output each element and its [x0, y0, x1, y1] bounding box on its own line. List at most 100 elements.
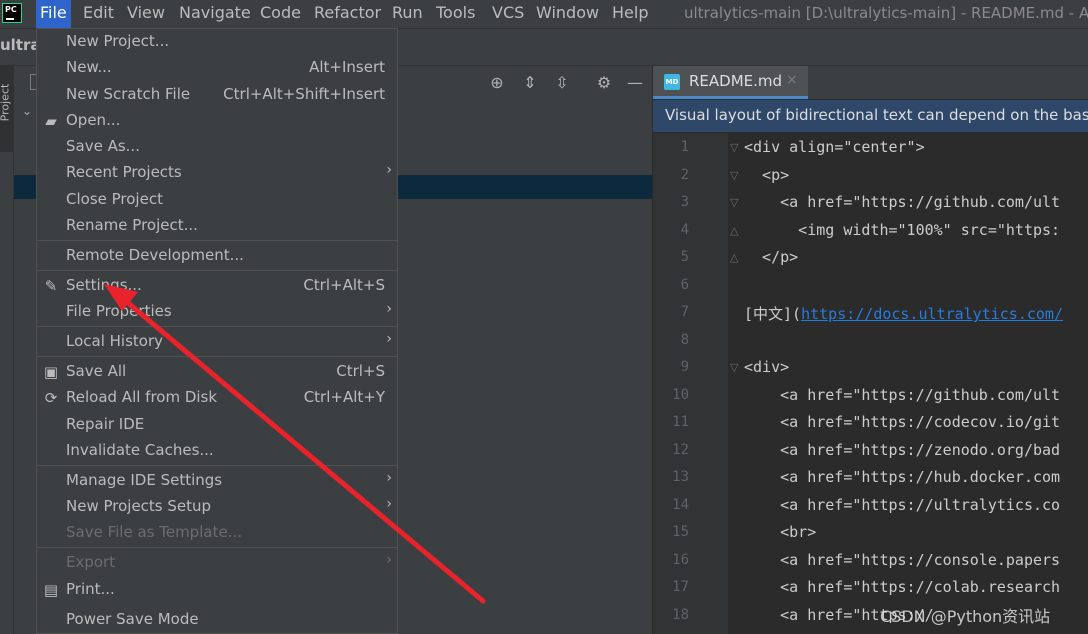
save-icon: ▣ [43, 363, 59, 381]
line-number: 6 [680, 276, 689, 293]
line-number: 9 [680, 359, 689, 375]
menu-separator [37, 240, 397, 241]
minimize-icon[interactable]: — [625, 73, 645, 93]
fold-marker-icon[interactable]: ▽ [730, 141, 738, 154]
menu-item-close-project[interactable]: Close Project [37, 188, 397, 214]
menu-item-label: Remote Development... [66, 246, 244, 264]
tab-readme[interactable]: MD README.md × [653, 66, 808, 99]
menu-item-shortcut: Ctrl+Alt+Y [303, 388, 385, 406]
menu-item-print[interactable]: ▤ Print... [37, 578, 397, 604]
menu-view[interactable]: View [123, 0, 169, 28]
locate-icon[interactable]: ⊕ [487, 73, 507, 93]
code-line[interactable]: <a href="https://github.com/ult [744, 193, 1060, 211]
wrench-icon: ✎ [44, 277, 58, 295]
submenu-arrow-icon: › [386, 552, 392, 568]
code-line[interactable]: <a href="https://colab.research [744, 578, 1060, 596]
code-text: <img width="100%" src="https: [744, 220, 1061, 239]
menu-item-label: Power Save Mode [66, 610, 199, 628]
menu-item-file-properties[interactable]: File Properties › [37, 300, 397, 326]
fold-marker-icon[interactable]: ▽ [730, 361, 738, 374]
menu-vcs[interactable]: VCS [488, 0, 528, 28]
fold-marker-icon[interactable]: ▽ [730, 169, 738, 182]
collapse-all-icon[interactable]: ⇳ [552, 73, 572, 93]
folder-icon: ▰ [45, 112, 57, 130]
code-text: <br> [744, 523, 817, 541]
code-line[interactable]: <a href="https://github.com/ult [744, 386, 1060, 404]
menu-item-manage-ide-settings[interactable]: Manage IDE Settings › [37, 469, 397, 495]
menu-item-remote-development[interactable]: Remote Development... [37, 244, 397, 270]
tree-expand-icon[interactable]: ⌄ [22, 104, 32, 118]
code-line[interactable]: </p> [744, 248, 798, 266]
menu-item-label: Export [66, 553, 116, 571]
menu-item-settings[interactable]: ✎ Settings... Ctrl+Alt+S [37, 274, 397, 300]
menu-edit[interactable]: Edit [79, 0, 118, 28]
code-line[interactable]: <img width="100%" src="https: [744, 221, 1060, 239]
code-line[interactable]: <p> [744, 166, 789, 184]
fold-marker-icon[interactable]: ▽ [730, 196, 738, 209]
line-number: 11 [672, 414, 689, 430]
menu-item-recent-projects[interactable]: Recent Projects › [37, 161, 397, 187]
menu-navigate[interactable]: Navigate [175, 0, 255, 28]
menu-item-shortcut: Ctrl+Alt+Shift+Insert [223, 85, 385, 103]
fold-marker-icon[interactable]: △ [730, 251, 738, 264]
code-text: <a href="https://colab.research [744, 578, 1061, 596]
menu-item-label: Reload All from Disk [66, 388, 218, 406]
menu-separator [37, 465, 397, 466]
code-line[interactable]: <a href="https://hub.docker.com [744, 468, 1060, 486]
menu-item-label: New Project... [66, 32, 170, 50]
line-number: 1 [680, 139, 689, 155]
menu-item-local-history[interactable]: Local History › [37, 330, 397, 356]
project-tool-tab[interactable]: Project [0, 66, 13, 152]
menu-item-open[interactable]: ▰ Open... [37, 109, 397, 135]
line-number: 13 [672, 469, 689, 485]
expand-all-icon[interactable]: ⇕ [520, 73, 540, 93]
menu-tools[interactable]: Tools [432, 0, 479, 28]
window-title: ultralytics-main [D:\ultralytics-main] -… [684, 4, 1088, 22]
code-line[interactable]: <a href="https://codecov.io/git [744, 413, 1060, 431]
menu-file[interactable]: File [36, 0, 71, 28]
nav-project-name[interactable]: ultra [0, 36, 41, 54]
line-number: 17 [672, 579, 689, 595]
menu-item-label: New Scratch File [66, 85, 191, 103]
menu-item-invalidate-caches[interactable]: Invalidate Caches... [37, 439, 397, 465]
code-line[interactable]: <div align="center"> [744, 138, 925, 156]
menu-code[interactable]: Code [256, 0, 305, 28]
menu-item-new-scratch-file[interactable]: New Scratch File Ctrl+Alt+Shift+Insert [37, 83, 397, 109]
menu-item-save-as[interactable]: Save As... [37, 135, 397, 161]
menu-item-new[interactable]: New... Alt+Insert [37, 56, 397, 82]
line-number: 14 [672, 496, 689, 513]
pycharm-logo-icon: PC [2, 3, 22, 23]
menu-window[interactable]: Window [532, 0, 603, 28]
line-number: 5 [680, 249, 689, 265]
menu-item-label: New... [66, 58, 112, 76]
code-line[interactable]: <br> [744, 523, 816, 541]
menu-item-new-project[interactable]: New Project... [37, 30, 397, 56]
fold-marker-icon[interactable]: △ [730, 224, 738, 237]
menu-item-label: Local History [66, 332, 164, 350]
code-text: <a href="https://github.com/ult [744, 193, 1061, 211]
code-text: <a href="https://github.com/ult [744, 385, 1061, 404]
menu-item-label: Invalidate Caches... [66, 441, 214, 459]
gear-icon[interactable]: ⚙ [594, 73, 614, 93]
code-text: [中文]( [744, 305, 802, 323]
code-line[interactable]: <a href="https://console.papers [744, 551, 1060, 569]
menu-item-label: Save As... [66, 137, 140, 155]
code-line[interactable]: <div> [744, 358, 789, 376]
submenu-arrow-icon: › [386, 470, 392, 486]
code-text: <a href="https://console.papers [744, 550, 1061, 569]
menu-item-save-all[interactable]: ▣ Save All Ctrl+S [37, 360, 397, 386]
menu-refactor[interactable]: Refactor [310, 0, 385, 28]
menu-run[interactable]: Run [388, 0, 427, 28]
code-line[interactable]: <a href="https://ultralytics.co [744, 496, 1060, 514]
menu-help[interactable]: Help [608, 0, 652, 28]
menu-item-rename-project[interactable]: Rename Project... [37, 214, 397, 240]
menu-item-repair-ide[interactable]: Repair IDE [37, 413, 397, 439]
menu-item-label: New Projects Setup [66, 497, 212, 515]
menu-item-new-projects-setup[interactable]: New Projects Setup › [37, 495, 397, 521]
menu-item-power-save-mode[interactable]: Power Save Mode [37, 608, 397, 634]
menu-item-reload-all-from-disk[interactable]: ⟳ Reload All from Disk Ctrl+Alt+Y [37, 386, 397, 412]
code-line[interactable]: <a href="https://zenodo.org/bad [744, 441, 1060, 459]
close-icon[interactable]: × [786, 72, 798, 88]
code-line[interactable]: [中文](https://docs.ultralytics.com/ [744, 303, 1063, 324]
code-link[interactable]: https://docs.ultralytics.com/ [801, 305, 1063, 323]
